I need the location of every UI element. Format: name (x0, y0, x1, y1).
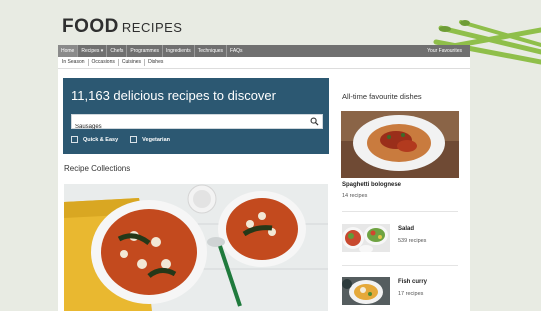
recipe-collection-image[interactable] (64, 184, 328, 311)
side-dish-count-fish-curry: 17 recipes (398, 291, 424, 297)
your-favourites-link[interactable]: Your Favourites (427, 48, 470, 54)
subnav-item-in-season[interactable]: In Season (58, 59, 89, 66)
sub-nav: In Season Occasions Cuisines Dishes (58, 57, 470, 69)
filter-quick-easy[interactable]: Quick & Easy (71, 136, 118, 143)
quick-easy-checkbox[interactable] (71, 136, 78, 143)
nav-item-faqs[interactable]: FAQs (227, 45, 246, 57)
filter-vegetarian[interactable]: Vegetarian (130, 136, 170, 143)
vegetarian-checkbox[interactable] (130, 136, 138, 143)
search-icon[interactable] (310, 117, 319, 126)
spaghetti-bolognese-image[interactable] (341, 111, 459, 178)
nav-item-ingredients[interactable]: Ingredients (163, 45, 195, 57)
search-filters: Quick & Easy Vegetarian (71, 136, 182, 143)
fish-curry-image[interactable] (342, 277, 390, 305)
logo-food: FOOD (62, 16, 119, 37)
search-hero: 11,163 delicious recipes to discover Qui… (63, 78, 329, 154)
subnav-item-occasions[interactable]: Occasions (89, 59, 119, 66)
sidebar-title: All-time favourite dishes (342, 92, 422, 101)
nav-item-chefs[interactable]: Chefs (107, 45, 128, 57)
featured-dish-count: 14 recipes (342, 193, 368, 199)
subnav-item-cuisines[interactable]: Cuisines (119, 59, 146, 66)
nav-item-techniques[interactable]: Techniques (195, 45, 228, 57)
side-dish-name-salad[interactable]: Salad (398, 226, 414, 232)
search-input[interactable] (72, 120, 302, 134)
nav-item-home[interactable]: Home (58, 45, 79, 57)
salad-image[interactable] (342, 224, 390, 252)
site-logo[interactable]: FOOD RECIPES (62, 16, 182, 38)
quick-easy-label: Quick & Easy (83, 136, 119, 143)
hero-title: 11,163 delicious recipes to discover (71, 88, 276, 103)
side-dish-name-fish-curry[interactable]: Fish curry (398, 279, 427, 285)
main-nav: Home Recipes ▾ Chefs Programmes Ingredie… (58, 45, 470, 57)
page: FOOD RECIPES Home Recipes ▾ Chefs Program… (58, 0, 470, 311)
nav-item-recipes[interactable]: Recipes ▾ (78, 45, 108, 57)
divider (342, 211, 458, 212)
subnav-item-dishes[interactable]: Dishes (145, 59, 166, 66)
featured-dish-name[interactable]: Spaghetti bolognese (342, 182, 401, 188)
nav-item-programmes[interactable]: Programmes (127, 45, 163, 57)
collections-title: Recipe Collections (64, 164, 131, 173)
content-area: 11,163 delicious recipes to discover Qui… (58, 69, 470, 311)
vegetarian-label: Vegetarian (142, 136, 170, 143)
search-box (71, 114, 323, 134)
side-dish-count-salad: 539 recipes (398, 238, 427, 244)
logo-recipes: RECIPES (121, 20, 183, 35)
divider (342, 265, 458, 266)
